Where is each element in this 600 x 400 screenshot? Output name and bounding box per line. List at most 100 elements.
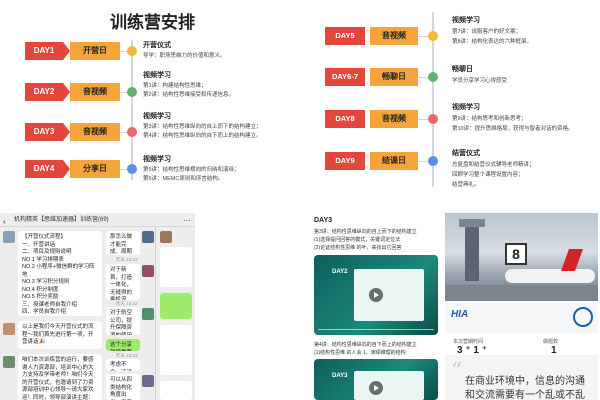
chat-message: 对于航空公司，提升保障资源的使用效率，提高航班准点率与协同效率水平 [106, 307, 140, 335]
timeline-text: 第7讲：说服客户的好文案； [452, 29, 522, 35]
chat-message: 可以从四类结构化角度出发：平安——建立安全体系，安全学核心；联一一联动：结构、路… [106, 374, 140, 400]
chat-message: 那怎么做才能完成、周期做动作呢呢呢 [106, 231, 140, 255]
timeline-dot [127, 87, 137, 97]
day-badge: DAY5 [325, 27, 365, 45]
timeline-heading: 开营仪式 [143, 42, 171, 49]
day-type-label: 音视频 [370, 110, 418, 128]
day-badge: DAY8 [325, 110, 365, 128]
avatar[interactable] [142, 231, 154, 243]
doc-title: DAY3 [314, 217, 333, 224]
doc-text: 第3讲：结构性思维纵向的自上而下的结构建立 [314, 229, 417, 235]
more-icon[interactable]: ··· [183, 214, 191, 228]
tarmac-shape [445, 285, 598, 301]
day-badge: DAY3 [25, 123, 63, 141]
day-badge: DAY2 [25, 83, 63, 101]
day-type-label: 音视频 [370, 27, 418, 45]
timeline-heading: 视频学习 [452, 17, 480, 24]
video-progress[interactable] [318, 329, 434, 330]
airplane-shape [505, 269, 595, 283]
screenshot-canvas: 训练营安排 DAY1 开营日 DAY2 音视频 DAY3 音视频 DAY4 分享… [0, 0, 600, 400]
timeline-dot [127, 164, 137, 174]
day-type-label: 畅聊日 [370, 68, 418, 86]
quote-card: “ 在商业环境中，信息的沟通 和交流需要有一个乱或不乱 [445, 355, 598, 400]
timeline-text: 第1讲：构建结构性思维； [143, 83, 207, 89]
avatar[interactable] [142, 308, 154, 320]
timeline-dot [428, 31, 438, 41]
timeline-dot [127, 46, 137, 56]
doc-text: (1)结构性思维 的人会 1、演绎推理的结构 [314, 350, 406, 356]
timeline-text: 第4讲：结构性思维纵向的自下而上的结构建立。 [143, 133, 262, 139]
airport-photo: 8 [445, 213, 598, 301]
day-type-label: 开营日 [70, 42, 120, 60]
avatar[interactable] [142, 375, 154, 387]
avatar[interactable] [3, 231, 15, 243]
arrow-icon [63, 42, 70, 60]
timeline-heading: 视频学习 [143, 113, 171, 120]
timeline-text: 总复盘和结营仪式辅导老师精讲； [452, 162, 535, 168]
airport-card-panel: 8 HIA 本次营期时间 3 ⁺ 1 ⁺ 做题数 1 “ 在商业环境中，信息的沟… [443, 213, 600, 400]
chat-message [160, 247, 192, 287]
play-icon[interactable] [369, 381, 383, 395]
doc-text: (1)选择提问回答的模式，关键词定位法 [314, 237, 401, 243]
course-doc-panel: DAY3 第3讲：结构性思维纵向的自上而下的结构建立 (1)选择提问回答的模式，… [308, 213, 443, 400]
video-player[interactable]: DAY3 [314, 359, 438, 400]
day-badge: DAY4 [25, 160, 63, 178]
chat-title: 机构精英【思维加速器】训练营(69) [14, 217, 109, 223]
timeline-text: 第5讲：结构性思维横向的归纳和演绎； [143, 167, 240, 173]
chat-message: 这个分享就很重要了 [106, 339, 140, 351]
timeline-dot [127, 127, 137, 137]
chat-message [160, 293, 192, 319]
chat-message: 【开营仪式流程】 一、开营讲话 二、项目及规则说明 NO.1 学习排期表 NO.… [18, 231, 102, 316]
arrow-icon [63, 83, 70, 101]
back-icon[interactable]: ‹ [3, 215, 6, 229]
timeline-heading: 视频学习 [143, 72, 171, 79]
tower-shape [465, 221, 479, 281]
video-thumbnail [354, 371, 424, 400]
avatar[interactable] [3, 356, 15, 368]
timeline-text: 学员分享学习心得感受 [452, 78, 508, 84]
avatar[interactable] [142, 265, 154, 277]
timeline-dot [428, 114, 438, 124]
chat-message [160, 381, 192, 400]
timeline-text: 回顾学习整个课程设置内容； [452, 172, 524, 178]
avatar[interactable] [160, 231, 172, 243]
day-type-label: 结课日 [370, 152, 418, 170]
timeline-text: 第6讲：MEMC原则和序言结构。 [143, 176, 224, 182]
day-badge: DAY9 [325, 152, 365, 170]
video-day-label: DAY3 [332, 373, 348, 379]
timeline-text: 导学：职场思维力的价值和意义。 [143, 53, 226, 59]
day-type-label: 分享日 [70, 160, 120, 178]
doc-text: 第4讲：结构性思维纵向的自下而上的结构建立 [314, 342, 417, 348]
arrow-icon [63, 160, 70, 178]
quote-icon: “ [451, 359, 463, 384]
timeline-text: 第9讲：结构思考和创新思考； [452, 116, 527, 122]
chat-message [160, 325, 192, 375]
quote-text: 和交流需要有一个乱或不乱 [465, 390, 585, 400]
gate-sign: 8 [505, 243, 527, 265]
chat-message: 对于新首，打造一体化，无缝得的乘机流程，减少航班延误精费，提升机场的交通便利程度 [106, 264, 140, 300]
chat-message: 考虑不全，还请老师指点🙏 [106, 359, 140, 371]
avatar[interactable] [3, 323, 15, 335]
timeline-heading: 畅聊日 [452, 66, 473, 73]
quote-text: 在商业环境中，信息的沟通 [465, 376, 585, 387]
video-player[interactable]: DAY2 [314, 255, 438, 335]
airplane-tail-shape [560, 249, 584, 271]
tower-top-shape [459, 219, 485, 227]
timeline-dot [428, 72, 438, 82]
timestamp: 昨天 16:22 [116, 257, 138, 262]
stat-label: 本次营期时间 [453, 339, 484, 345]
video-thumbnail [354, 269, 424, 321]
schedule-title: 训练营安排 [110, 13, 195, 32]
timeline-text: 第3讲：结构性思维纵向的自上而下的结构建立； [143, 124, 262, 130]
timeline-axis [131, 40, 133, 180]
brand-strip: HIA [445, 303, 598, 333]
day-badge: DAY1 [25, 42, 63, 60]
chat-message: 咱们本次训练营的运行，要感谢人力资源部，培训中心的大力支持及学带老师！咱们今天的… [18, 354, 102, 400]
play-icon[interactable] [369, 288, 383, 302]
stat-label: 做题数 [543, 339, 559, 345]
timeline-heading: 视频学习 [452, 104, 480, 111]
timeline-text: 结营典礼。 [452, 182, 480, 188]
column-divider [155, 227, 156, 400]
chat-header: ‹ 机构精英【思维加速器】训练营(69) ··· [0, 213, 195, 227]
day-type-label: 音视频 [70, 123, 120, 141]
